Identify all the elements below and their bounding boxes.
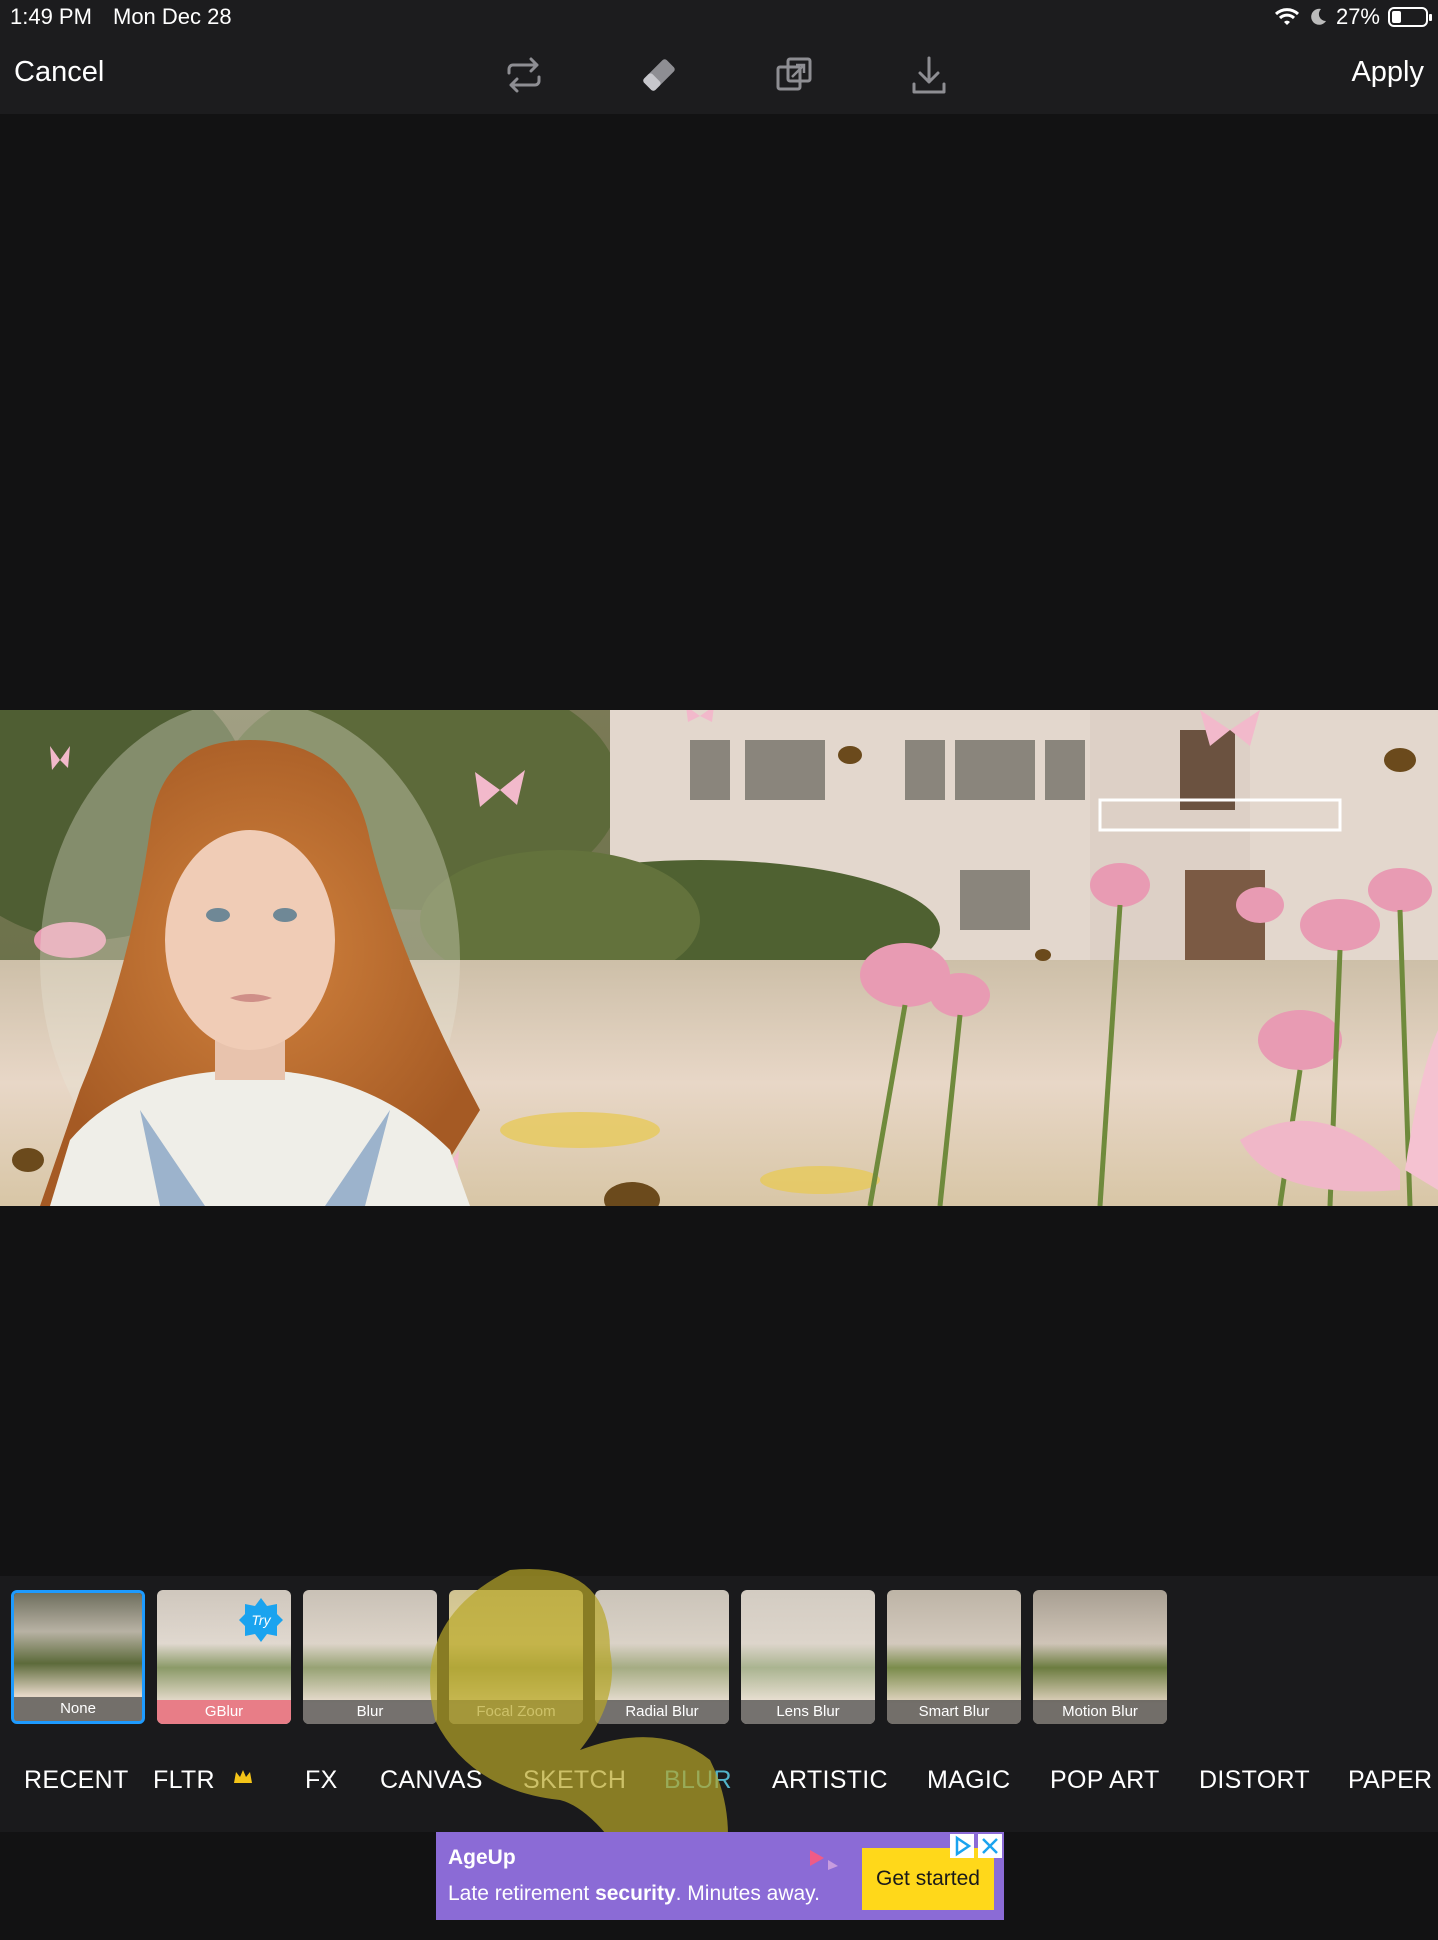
- effect-thumb-radial-blur[interactable]: Radial Blur: [595, 1590, 729, 1724]
- top-toolbar: Cancel Apply: [0, 36, 1438, 114]
- tab-recent[interactable]: RECENT: [24, 1766, 129, 1795]
- adchoices-icon[interactable]: [950, 1834, 974, 1858]
- cancel-button[interactable]: Cancel: [14, 56, 104, 89]
- tab-distort[interactable]: DISTORT: [1199, 1766, 1310, 1795]
- effect-thumb-focal-zoom[interactable]: Focal Zoom: [449, 1590, 583, 1724]
- status-bar: 1:49 PM Mon Dec 28 27%: [0, 0, 1438, 36]
- download-icon[interactable]: [904, 50, 954, 100]
- edited-photo[interactable]: [0, 710, 1438, 1206]
- ad-banner[interactable]: AgeUp Late retirement security. Minutes …: [436, 1832, 1004, 1920]
- status-right: 27%: [1274, 4, 1432, 30]
- effect-thumb-motion-blur[interactable]: Motion Blur: [1033, 1590, 1167, 1724]
- tab-sketch[interactable]: SKETCH: [523, 1766, 626, 1795]
- effect-thumb-none[interactable]: None: [11, 1590, 145, 1724]
- try-badge-icon: Try: [239, 1598, 283, 1642]
- apply-button[interactable]: Apply: [1351, 56, 1424, 89]
- effect-thumb-blur[interactable]: Blur: [303, 1590, 437, 1724]
- crown-icon: [234, 1770, 252, 1783]
- status-date: Mon Dec 28: [113, 4, 232, 29]
- effect-thumb-gblur[interactable]: Try GBlur: [157, 1590, 291, 1724]
- wifi-icon: [1274, 8, 1299, 25]
- eraser-icon[interactable]: [634, 50, 684, 100]
- tab-artistic[interactable]: ARTISTIC: [772, 1766, 888, 1795]
- try-badge-label: Try: [251, 1612, 271, 1628]
- tab-paper[interactable]: PAPER: [1348, 1766, 1432, 1795]
- status-time: 1:49 PM: [10, 4, 92, 29]
- tab-magic[interactable]: MAGIC: [927, 1766, 1010, 1795]
- tab-fx[interactable]: FX: [305, 1766, 338, 1795]
- editor-canvas: [0, 114, 1438, 1576]
- tab-canvas[interactable]: CANVAS: [380, 1766, 483, 1795]
- effect-thumb-lens-blur[interactable]: Lens Blur: [741, 1590, 875, 1724]
- tab-blur[interactable]: BLUR: [664, 1766, 732, 1795]
- effect-thumb-smart-blur[interactable]: Smart Blur: [887, 1590, 1021, 1724]
- ad-tagline: Late retirement security. Minutes away.: [448, 1882, 820, 1905]
- effect-strip: None Try GBlur Blur Focal Zoom Radial Bl…: [0, 1576, 1438, 1726]
- ad-close-icon[interactable]: [978, 1834, 1002, 1858]
- ad-cta-button[interactable]: Get started: [862, 1848, 994, 1910]
- tab-pop-art[interactable]: POP ART: [1050, 1766, 1160, 1795]
- category-tabs: RECENT FLTR FX CANVAS SKETCH BLUR ARTIST…: [0, 1726, 1438, 1832]
- swap-icon[interactable]: [499, 50, 549, 100]
- compare-icon[interactable]: [769, 50, 819, 100]
- play-triangles-icon: [810, 1850, 838, 1870]
- battery-icon: [1388, 7, 1432, 27]
- ad-brand: AgeUp: [448, 1846, 516, 1869]
- moon-icon: [1311, 8, 1326, 25]
- battery-percent: 27%: [1335, 4, 1380, 29]
- tab-fltr[interactable]: FLTR: [153, 1766, 215, 1795]
